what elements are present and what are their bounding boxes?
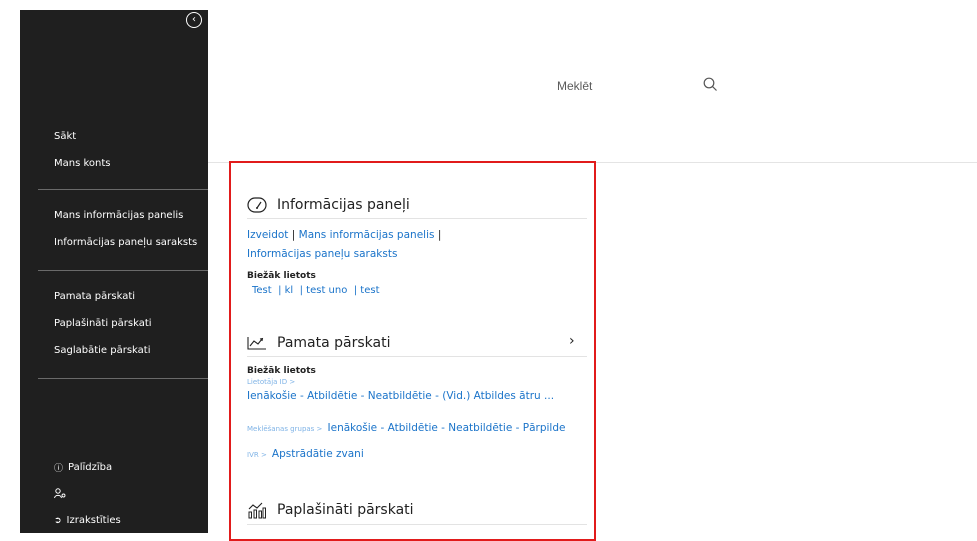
user-settings-icon[interactable] xyxy=(54,488,66,502)
search-input[interactable]: Meklēt xyxy=(557,79,592,93)
frequent-dashboards: Test | kl | test uno | test xyxy=(252,285,380,296)
sidebar-item-help[interactable]: ⓘ Palīdzība xyxy=(54,461,112,474)
section-divider xyxy=(247,524,587,525)
dashboard-links: Izveidot | Mans informācijas panelis | xyxy=(247,229,442,241)
dashboards-heading: Informācijas paneļi xyxy=(247,197,410,213)
section-divider xyxy=(247,356,587,357)
dashboard-list-link[interactable]: Informācijas paneļu saraksts xyxy=(247,248,397,260)
sidebar-divider xyxy=(38,270,208,271)
sidebar-item-start[interactable]: Sākt xyxy=(54,131,76,142)
my-dashboard-link[interactable]: Mans informācijas panelis xyxy=(299,229,435,241)
basic-reports-title: Pamata pārskati xyxy=(277,335,391,351)
frequent-report-link[interactable]: Apstrādātie zvani xyxy=(272,448,364,460)
frequent-report-row: IVR > Apstrādātie zvani xyxy=(247,442,364,461)
report-prefix: Meklēšanas grupas > xyxy=(247,425,323,433)
sidebar-divider xyxy=(38,189,208,190)
sidebar-item-basic-reports[interactable]: Pamata pārskati xyxy=(54,291,135,302)
frequent-report-row: Meklēšanas grupas > Ienākošie - Atbildēt… xyxy=(247,416,565,435)
sidebar-item-logout[interactable]: ➲ Izrakstīties xyxy=(54,515,121,526)
report-prefix: Lietotāja ID > xyxy=(247,378,296,386)
bar-chart-icon xyxy=(248,502,266,519)
sidebar-item-account[interactable]: Mans konts xyxy=(54,158,111,169)
frequent-report-link[interactable]: Ienākošie - Atbildētie - Neatbildētie - … xyxy=(328,422,566,434)
sidebar-item-advanced-reports[interactable]: Paplašināti pārskati xyxy=(54,318,152,329)
sidebar-item-saved-reports[interactable]: Saglabātie pārskati xyxy=(54,345,150,356)
frequent-item[interactable]: test uno xyxy=(306,285,347,296)
speedometer-icon xyxy=(247,197,267,213)
basic-frequent-label: Biežāk lietots xyxy=(247,366,316,376)
collapse-sidebar-icon[interactable]: ‹ xyxy=(186,12,202,28)
help-label: Palīdzība xyxy=(68,462,113,473)
advanced-reports-title: Paplašināti pārskati xyxy=(277,502,414,518)
content-panel: Informācijas paneļi Izveidot | Mans info… xyxy=(229,161,596,541)
report-prefix: IVR > xyxy=(247,451,267,459)
logout-icon: ➲ xyxy=(54,515,62,526)
create-dashboard-link[interactable]: Izveidot xyxy=(247,229,288,241)
sidebar: ‹ Sākt Mans konts Mans informācijas pane… xyxy=(20,10,208,533)
frequent-item[interactable]: Test xyxy=(252,285,272,296)
help-icon: ⓘ xyxy=(54,464,64,474)
dashboards-title: Informācijas paneļi xyxy=(277,197,410,213)
logout-label: Izrakstīties xyxy=(66,515,121,526)
advanced-reports-heading[interactable]: Paplašināti pārskati xyxy=(247,501,414,519)
sidebar-item-my-dashboard[interactable]: Mans informācijas panelis xyxy=(54,210,183,221)
frequent-report-link[interactable]: Ienākošie - Atbildētie - Neatbildētie - … xyxy=(247,390,554,402)
frequent-label: Biežāk lietots xyxy=(247,271,316,281)
search-icon[interactable] xyxy=(703,77,717,91)
section-divider xyxy=(247,218,587,219)
line-chart-icon xyxy=(247,337,266,350)
sidebar-item-dashboard-list[interactable]: Informācijas paneļu saraksts xyxy=(54,237,197,248)
basic-reports-heading[interactable]: Pamata pārskati xyxy=(247,335,390,351)
sidebar-divider xyxy=(38,378,208,379)
frequent-item[interactable]: kl xyxy=(285,285,294,296)
chevron-right-icon[interactable]: › xyxy=(569,333,575,349)
frequent-item[interactable]: test xyxy=(360,285,379,296)
